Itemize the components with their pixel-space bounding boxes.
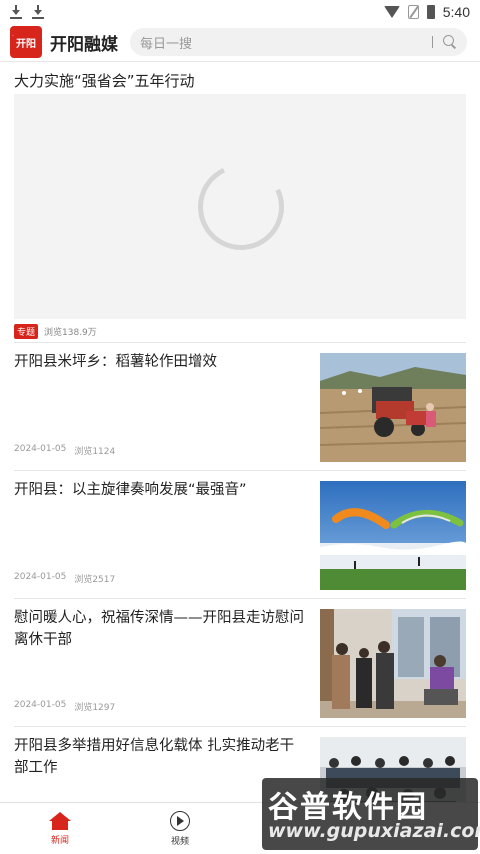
topic-badge: 专题: [14, 324, 39, 339]
app-title: 开阳融媒: [50, 34, 118, 55]
news-meta: 2024-01-05 浏览1297: [14, 700, 115, 713]
search-placeholder: 每日一搜: [140, 36, 193, 52]
news-thumbnail-tractor-field: [320, 353, 466, 462]
search-input[interactable]: 每日一搜: [130, 28, 467, 56]
news-title: 开阳县：以主旋律奏响发展“最强音”: [14, 482, 247, 498]
news-item[interactable]: 慰问暖人心，祝福传深情——开阳县走访慰问离休干部 2024-01-05 浏览12…: [14, 598, 466, 726]
app-logo-text: 开阳: [16, 39, 36, 50]
news-views: 浏览1297: [74, 703, 116, 713]
news-meta: 2024-01-05 浏览1124: [14, 444, 115, 457]
news-views: 浏览2517: [74, 575, 116, 585]
news-views: 浏览1124: [74, 447, 116, 457]
feature-meta: 专题 浏览138.9万: [14, 324, 97, 339]
no-sim-icon: [407, 5, 419, 19]
nav-news[interactable]: 新闻: [0, 803, 120, 854]
news-date: 2024-01-05: [14, 444, 67, 454]
app-logo[interactable]: · 开阳: [10, 26, 42, 58]
status-bar: 5:40: [0, 0, 480, 24]
news-item[interactable]: 开阳县：以主旋律奏响发展“最强音” 2024-01-05 浏览2517: [14, 470, 466, 598]
nav-video-label: 视频: [170, 836, 189, 847]
watermark-url: www.gupuxiazai.com: [268, 820, 480, 842]
nav-video[interactable]: 视频: [120, 803, 240, 854]
search-icon[interactable]: [443, 35, 454, 46]
feature-views: 浏览138.9万: [44, 328, 97, 338]
news-title: 慰问暖人心，祝福传深情——开阳县走访慰问离休干部: [14, 610, 304, 648]
download-icon: [32, 5, 44, 19]
feature-title[interactable]: 大力实施“强省会”五年行动: [14, 70, 195, 91]
download-icon: [10, 5, 22, 19]
loading-spinner-icon: [185, 151, 297, 263]
nav-news-label: 新闻: [50, 835, 69, 846]
site-watermark: 谷普软件园 www.gupuxiazai.com: [262, 778, 480, 850]
play-circle-icon: [170, 810, 190, 831]
status-time: 5:40: [442, 4, 470, 20]
search-divider: [432, 36, 433, 48]
news-thumbnail-visit: [320, 609, 466, 718]
feature-image[interactable]: [14, 94, 466, 319]
home-icon: [49, 811, 71, 830]
app-header: · 开阳 开阳融媒 每日一搜: [0, 24, 480, 60]
wifi-icon: [383, 6, 400, 18]
news-title: 开阳县米坪乡：稻薯轮作田增效: [14, 354, 217, 370]
header-divider: [0, 61, 480, 62]
battery-icon: [426, 5, 435, 19]
news-date: 2024-01-05: [14, 700, 67, 710]
news-item[interactable]: 开阳县米坪乡：稻薯轮作田增效 2024-01-05 浏览1124: [14, 342, 466, 470]
news-meta: 2024-01-05 浏览2517: [14, 572, 115, 585]
news-thumbnail-paragliders: [320, 481, 466, 590]
news-title: 开阳县多举措用好信息化载体 扎实推动老干部工作: [14, 738, 295, 776]
news-date: 2024-01-05: [14, 572, 67, 582]
